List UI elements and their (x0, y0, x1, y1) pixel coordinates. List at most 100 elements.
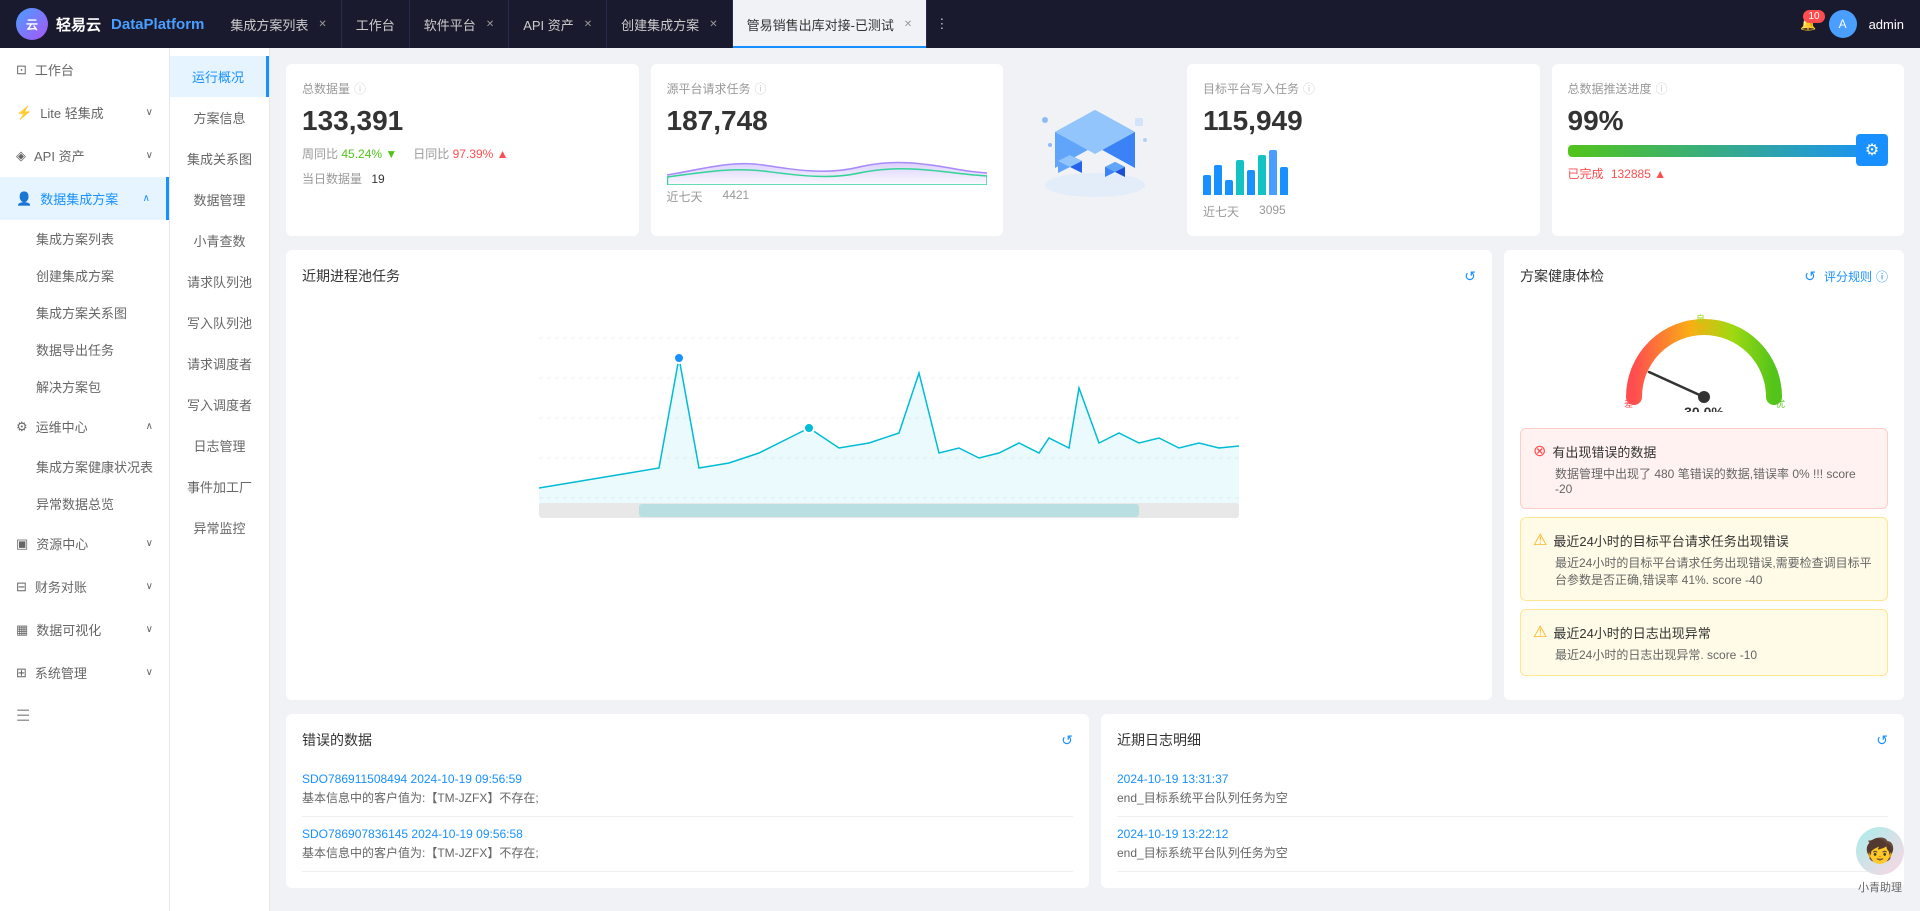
sidebar-collapse-btn[interactable]: ☰ (0, 694, 169, 738)
completed-info: 已完成 132885 ▲ (1568, 165, 1889, 182)
log-detail-title: 近期日志明细 (1117, 730, 1201, 750)
error-data-refresh[interactable]: ↺ (1061, 732, 1073, 749)
log-detail-time-1: 2024-10-19 13:31:37 (1117, 772, 1888, 786)
workbench-icon: ⊡ (16, 62, 27, 78)
sys-icon: ⊞ (16, 665, 27, 681)
alert-warning-log: ⚠ 最近24小时的日志出现异常 最近24小时的日志出现异常. score -10 (1520, 609, 1888, 676)
info-icon-total[interactable]: ⓘ (354, 80, 366, 97)
cube-illustration (1015, 64, 1175, 236)
health-refresh-icon[interactable]: ↺ (1804, 268, 1816, 285)
tab-close-icon3[interactable]: ✕ (584, 19, 592, 30)
sidebar-item-solution-pkg[interactable]: 解决方案包 (28, 368, 169, 405)
chevron-down-icon6: ∨ (146, 667, 153, 678)
warning-circle-icon-2: ⚠ (1533, 622, 1547, 642)
alert-warning-target: ⚠ 最近24小时的目标平台请求任务出现错误 最近24小时的目标平台请求任务出现错… (1520, 517, 1888, 601)
log-detail-refresh[interactable]: ↺ (1876, 732, 1888, 749)
bar-8 (1280, 167, 1288, 195)
bar-1 (1203, 175, 1211, 195)
gauge-container: 30.0% 差 良 优 (1520, 302, 1888, 412)
sub-sidebar-write-scheduler[interactable]: 写入调度者 (170, 384, 269, 425)
tab-api-assets[interactable]: API 资产 ✕ (509, 0, 607, 48)
bar-6 (1258, 155, 1266, 195)
tab-workbench[interactable]: 工作台 (342, 0, 410, 48)
sub-sidebar-exception-monitor[interactable]: 异常监控 (170, 507, 269, 548)
svg-text:30.0%: 30.0% (1684, 404, 1724, 412)
chevron-up-icon: ∧ (143, 193, 150, 204)
resource-icon: ▣ (16, 536, 28, 552)
chevron-down-icon3: ∨ (146, 538, 153, 549)
info-icon-target[interactable]: ⓘ (1303, 80, 1315, 97)
bottom-row: 错误的数据 ↺ SDO786911508494 2024-10-19 09:56… (286, 714, 1904, 888)
sub-sidebar-data-mgmt[interactable]: 数据管理 (170, 179, 269, 220)
sub-sidebar-log-mgmt[interactable]: 日志管理 (170, 425, 269, 466)
tab-close-icon5[interactable]: ✕ (904, 19, 912, 30)
chevron-down-icon5: ∨ (146, 624, 153, 635)
settings-button[interactable]: ⚙ (1856, 134, 1888, 166)
bar-7 (1269, 150, 1277, 195)
sub-sidebar-run-overview[interactable]: 运行概况 (170, 56, 269, 97)
sidebar-item-scheme-relation[interactable]: 集成方案关系图 (28, 294, 169, 331)
sub-sidebar-req-scheduler[interactable]: 请求调度者 (170, 343, 269, 384)
sidebar-item-data-integration[interactable]: 👤 数据集成方案 ∧ (0, 177, 169, 220)
sidebar-item-create-scheme[interactable]: 创建集成方案 (28, 257, 169, 294)
chevron-up-icon2: ∧ (146, 421, 153, 432)
sidebar-item-resource-center[interactable]: ▣ 资源中心 ∨ (0, 522, 169, 565)
notification-bell[interactable]: 🔔 10 (1800, 16, 1816, 32)
tab-close-icon2[interactable]: ✕ (486, 19, 494, 30)
sub-sidebar-write-queue[interactable]: 写入队列池 (170, 302, 269, 343)
error-data-row-2[interactable]: SDO786907836145 2024-10-19 09:56:58 基本信息… (302, 817, 1073, 872)
health-check-actions: ↺ 评分规则 ⓘ (1804, 268, 1888, 285)
sidebar-item-finance[interactable]: ⊟ 财务对账 ∨ (0, 565, 169, 608)
process-chart-refresh[interactable]: ↺ (1464, 268, 1476, 285)
assistant-avatar: 🧒 (1856, 827, 1904, 875)
alert-warning-log-body: 最近24小时的日志出现异常. score -10 (1533, 646, 1875, 663)
warning-circle-icon-1: ⚠ (1533, 530, 1547, 550)
log-detail-header: 近期日志明细 ↺ (1117, 730, 1888, 750)
log-detail-row-1[interactable]: 2024-10-19 13:31:37 end_目标系统平台队列任务为空 (1117, 762, 1888, 817)
sub-sidebar: 运行概况 方案信息 集成关系图 数据管理 小青查数 请求队列池 写入队列池 请求… (170, 48, 270, 911)
user-avatar[interactable]: A (1829, 10, 1857, 38)
sub-sidebar-request-queue[interactable]: 请求队列池 (170, 261, 269, 302)
sidebar-item-ops-center[interactable]: ⚙ 运维中心 ∧ (0, 405, 169, 448)
main-content: 总数据量 ⓘ 133,391 周同比 45.24% ▼ 日同比 97.39% ▲… (270, 48, 1920, 911)
sub-sidebar-xiaoqing[interactable]: 小青查数 (170, 220, 269, 261)
sidebar-item-scheme-list[interactable]: 集成方案列表 (28, 220, 169, 257)
sidebar-submenu-data-integration: 集成方案列表 创建集成方案 集成方案关系图 数据导出任务 解决方案包 (0, 220, 169, 405)
svg-text:良: 良 (1696, 313, 1705, 324)
notification-badge: 10 (1803, 10, 1824, 23)
target-platform-value: 115,949 (1203, 105, 1524, 137)
gauge-svg: 30.0% 差 良 优 (1614, 302, 1794, 412)
sidebar-item-scheme-health[interactable]: 集成方案健康状况表 (28, 448, 169, 485)
sidebar-item-exception-data[interactable]: 异常数据总览 (28, 485, 169, 522)
error-data-card: 错误的数据 ↺ SDO786911508494 2024-10-19 09:56… (286, 714, 1089, 888)
tab-create-scheme[interactable]: 创建集成方案 ✕ (607, 0, 732, 48)
ops-icon: ⚙ (16, 419, 28, 435)
sidebar-item-sys-mgmt[interactable]: ⊞ 系统管理 ∨ (0, 651, 169, 694)
sub-sidebar-event-factory[interactable]: 事件加工厂 (170, 466, 269, 507)
sidebar-item-data-export[interactable]: 数据导出任务 (28, 331, 169, 368)
sidebar-item-lite[interactable]: ⚡ Lite 轻集成 ∨ (0, 91, 169, 134)
score-rule-link[interactable]: 评分规则 ⓘ (1824, 268, 1888, 285)
today-data: 当日数据量 19 (302, 170, 623, 187)
cube-svg (1025, 90, 1165, 210)
log-detail-row-2[interactable]: 2024-10-19 13:22:12 end_目标系统平台队列任务为空 (1117, 817, 1888, 872)
sidebar-item-workbench[interactable]: ⊡ 工作台 (0, 48, 169, 91)
info-icon-source[interactable]: ⓘ (755, 80, 767, 97)
tab-close-icon[interactable]: ✕ (318, 19, 326, 30)
assistant-widget[interactable]: 🧒 小青助理 (1856, 827, 1904, 895)
logo-icon: 云 (16, 8, 48, 40)
tab-software-platform[interactable]: 软件平台 ✕ (410, 0, 509, 48)
tab-scheme-list[interactable]: 集成方案列表 ✕ (216, 0, 341, 48)
sidebar-item-data-viz[interactable]: ▦ 数据可视化 ∨ (0, 608, 169, 651)
sidebar-item-api[interactable]: ◈ API 资产 ∨ (0, 134, 169, 177)
content-area: 运行概况 方案信息 集成关系图 数据管理 小青查数 请求队列池 写入队列池 请求… (170, 48, 1920, 911)
sub-sidebar-scheme-graph[interactable]: 集成关系图 (170, 138, 269, 179)
bar-5 (1247, 170, 1255, 195)
tab-close-icon4[interactable]: ✕ (709, 19, 717, 30)
info-icon-progress[interactable]: ⓘ (1656, 80, 1668, 97)
tab-more-icon[interactable]: ⋮ (935, 16, 948, 32)
sub-sidebar-scheme-info[interactable]: 方案信息 (170, 97, 269, 138)
error-data-row-1[interactable]: SDO786911508494 2024-10-19 09:56:59 基本信息… (302, 762, 1073, 817)
tab-mgmt-sales[interactable]: 管易销售出库对接-已测试 ✕ (733, 0, 928, 48)
chevron-down-icon: ∨ (146, 107, 153, 118)
